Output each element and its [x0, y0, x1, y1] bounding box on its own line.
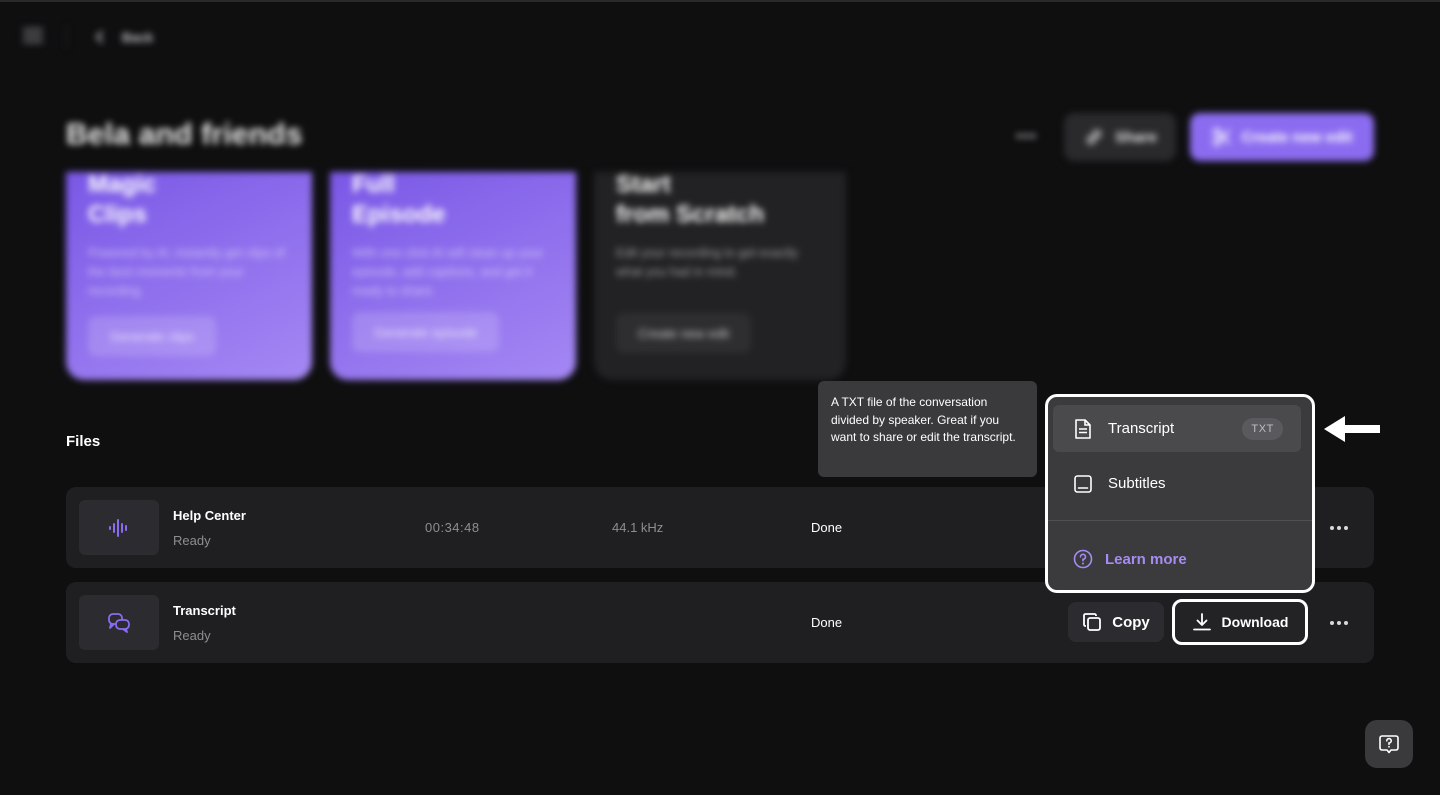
generate-clips-button[interactable]: Generate clips	[88, 316, 216, 356]
back-label: Back	[122, 29, 154, 45]
more-icon	[1330, 621, 1334, 625]
dropdown-item-subtitles[interactable]: Subtitles	[1053, 460, 1301, 507]
create-new-edit-button[interactable]: Create new edit	[1190, 113, 1374, 161]
subtitles-icon	[1073, 473, 1093, 495]
card-description: Powered by AI, instantly get clips of th…	[88, 246, 285, 298]
card-title: Magic Clips	[88, 172, 157, 228]
file-thumbnail	[79, 500, 159, 555]
share-label: Share	[1115, 128, 1157, 146]
more-icon	[1017, 134, 1021, 138]
scissors-icon	[1212, 128, 1230, 146]
format-badge: TXT	[1242, 417, 1283, 440]
file-thumbnail	[79, 595, 159, 650]
file-duration: 00:34:48	[425, 520, 480, 535]
download-icon	[1192, 613, 1211, 631]
card-start-from-scratch[interactable]: Start from Scratch Edit your recording t…	[594, 172, 846, 380]
dropdown-item-transcript[interactable]: Transcript TXT	[1053, 405, 1301, 452]
link-icon	[1087, 129, 1102, 145]
transcript-tooltip: A TXT file of the conversation divided b…	[818, 381, 1037, 477]
file-name: Help Center	[173, 508, 246, 523]
header-divider	[66, 26, 67, 48]
help-icon	[1379, 735, 1399, 754]
card-description: Edit your recording to get exactly what …	[616, 246, 799, 279]
file-status: Done	[811, 520, 843, 535]
card-title: Full Episode	[352, 172, 446, 228]
card-full-episode[interactable]: Full Episode With one click AI will clea…	[330, 172, 576, 380]
dropdown-item-label: Transcript	[1108, 420, 1175, 437]
generate-episode-button[interactable]: Generate episode	[352, 312, 500, 352]
download-button[interactable]: Download	[1172, 599, 1308, 645]
help-button[interactable]	[1365, 720, 1413, 768]
more-icon	[1330, 526, 1334, 530]
copy-label: Copy	[1112, 613, 1150, 631]
file-sample-rate: 44.1 kHz	[612, 520, 664, 535]
file-name: Transcript	[173, 603, 236, 618]
learn-more-label: Learn more	[1105, 550, 1187, 568]
learn-more-link[interactable]: Learn more	[1073, 549, 1187, 569]
chat-icon	[108, 612, 130, 633]
download-label: Download	[1221, 614, 1289, 630]
more-options-button[interactable]	[1010, 122, 1042, 150]
question-circle-icon	[1073, 549, 1093, 569]
copy-button[interactable]: Copy	[1068, 602, 1164, 642]
file-row-transcript[interactable]: Transcript Ready Done Copy Download	[66, 582, 1374, 663]
menu-icon[interactable]	[23, 28, 43, 44]
file-status: Done	[811, 615, 843, 630]
card-description: With one click AI will clean up your epi…	[352, 246, 544, 298]
dropdown-item-label: Subtitles	[1108, 475, 1166, 492]
back-link[interactable]: Back	[92, 26, 153, 48]
row-more-button[interactable]	[1324, 608, 1354, 638]
audio-wave-icon	[109, 518, 127, 537]
page-title: Bela and friends	[66, 118, 303, 151]
copy-icon	[1083, 613, 1102, 631]
files-heading: Files	[66, 433, 101, 450]
create-new-edit-card-button[interactable]: Create new edit	[616, 313, 752, 353]
row-more-button[interactable]	[1324, 513, 1354, 543]
dropdown-divider	[1048, 520, 1312, 521]
chevron-left-icon	[95, 31, 103, 43]
create-label: Create new edit	[1241, 128, 1353, 146]
share-button[interactable]: Share	[1064, 113, 1176, 161]
document-icon	[1073, 418, 1093, 440]
download-dropdown: Transcript TXT Subtitles Learn more	[1045, 394, 1315, 593]
file-substatus: Ready	[173, 628, 211, 643]
file-substatus: Ready	[173, 533, 211, 548]
card-title: Start from Scratch	[616, 172, 765, 228]
arrow-left-icon	[1322, 413, 1381, 445]
card-magic-clips[interactable]: Magic Clips Powered by AI, instantly get…	[66, 172, 312, 380]
